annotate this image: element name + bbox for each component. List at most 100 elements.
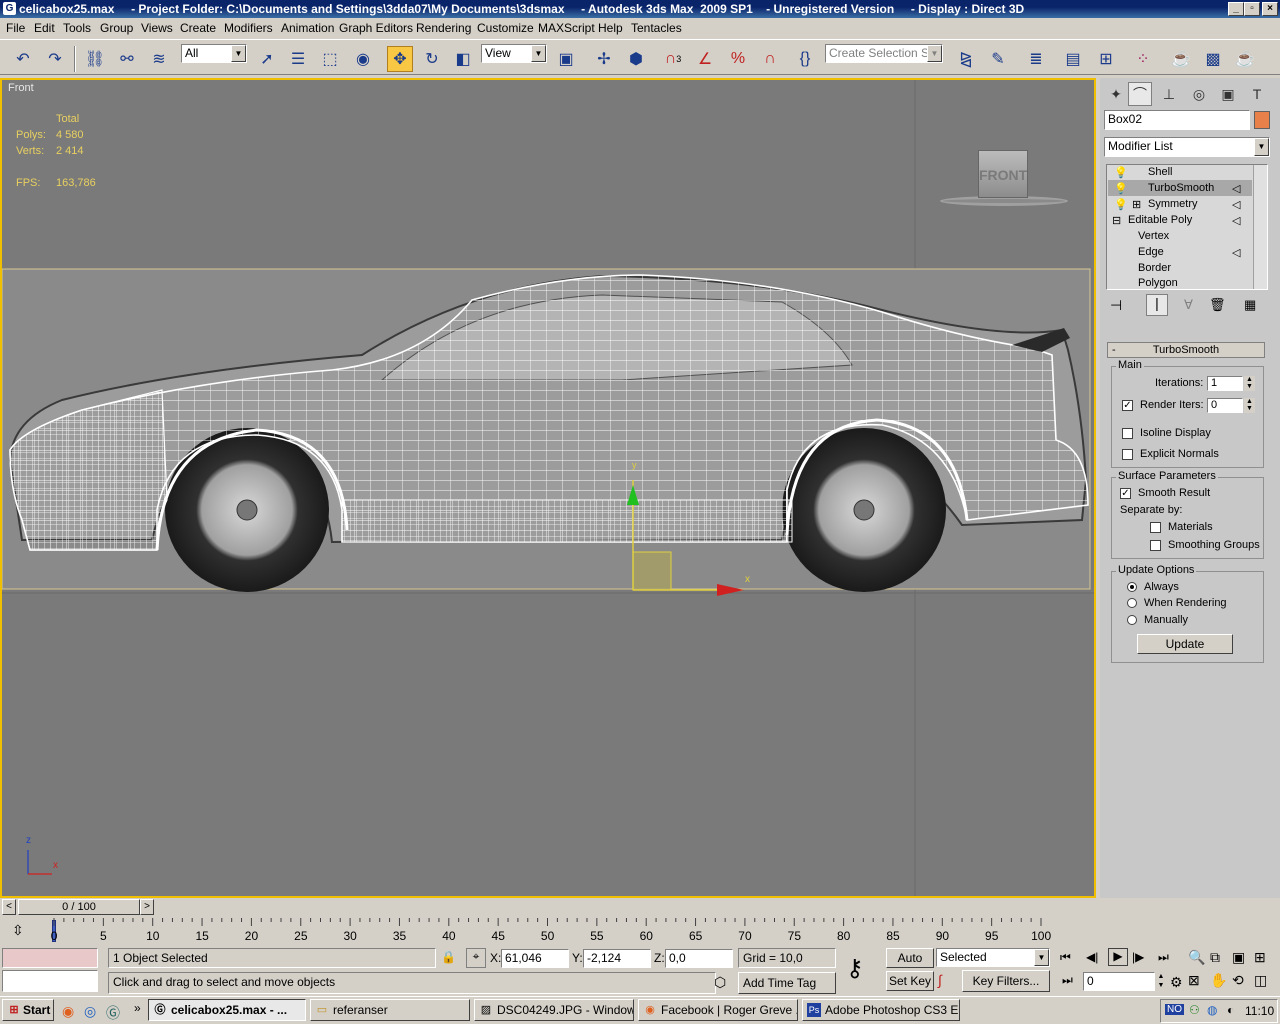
show-end-result-toggle-icon[interactable]: |: [1146, 294, 1168, 316]
next-frame-icon[interactable]: |▶: [1132, 950, 1144, 964]
clock[interactable]: 11:10: [1245, 1004, 1274, 1018]
material-editor-icon[interactable]: ⁘: [1130, 46, 1156, 72]
time-prev-button[interactable]: <: [2, 899, 16, 915]
rendered-frame-window-icon[interactable]: ▩: [1200, 46, 1226, 72]
bulb-icon[interactable]: 💡: [1114, 182, 1128, 195]
pin-stack-icon[interactable]: ⊣: [1110, 297, 1122, 314]
time-next-button[interactable]: >: [140, 899, 154, 915]
app-icon[interactable]: G: [3, 2, 16, 15]
key-mode-selection-dropdown[interactable]: Selected ▼: [936, 948, 1050, 967]
keyboard-shortcut-override-icon[interactable]: ⬢: [623, 46, 649, 72]
network-icon[interactable]: ⚇: [1189, 1003, 1200, 1017]
front-viewport[interactable]: Front Total Polys: 4 580 Verts: 2 414 FP…: [0, 78, 1096, 898]
maxscript-listener-mini[interactable]: [2, 948, 98, 968]
curve-editor-icon[interactable]: ▤: [1060, 46, 1086, 72]
pivot-center-icon[interactable]: ▣: [553, 46, 579, 72]
stack-item-symmetry[interactable]: Symmetry: [1148, 198, 1198, 210]
menu-rendering[interactable]: Rendering: [416, 21, 471, 35]
smooth-result-checkbox[interactable]: ✓: [1120, 488, 1131, 499]
menu-views[interactable]: Views: [141, 21, 173, 35]
3dsmax-quicklaunch-icon[interactable]: Ⓖ: [106, 1003, 120, 1023]
stack-item-turbosmooth[interactable]: TurboSmooth: [1148, 182, 1214, 194]
object-color-swatch[interactable]: [1254, 111, 1270, 129]
title-bar[interactable]: G celicabox25.max - Project Folder: C:\D…: [0, 0, 1280, 18]
render-iters-spinner[interactable]: 0: [1207, 398, 1243, 413]
menu-customize[interactable]: Customize: [477, 21, 534, 35]
manually-radio[interactable]: [1127, 615, 1137, 625]
taskbar-item-facebook[interactable]: ◉ Facebook | Roger Greve ...: [638, 999, 798, 1021]
materials-checkbox[interactable]: [1150, 522, 1161, 533]
menu-animation[interactable]: Animation: [281, 21, 334, 35]
edit-named-selections-icon[interactable]: {}: [792, 46, 818, 72]
align-icon[interactable]: ✎: [985, 46, 1011, 72]
y-coordinate-field[interactable]: -2,124: [583, 949, 651, 968]
stack-subitem-vertex[interactable]: Vertex: [1138, 230, 1169, 242]
absolute-relative-toggle-icon[interactable]: ⌖: [466, 948, 486, 968]
track-bar[interactable]: ⇳ 0 5 10 15 20 25 30 35 40 45 50 55 60 65 70 75 80 85 90 95…: [0, 918, 1096, 944]
stack-subitem-border[interactable]: Border: [1138, 262, 1171, 274]
select-by-name-icon[interactable]: ☰: [285, 46, 311, 72]
add-time-tag-button[interactable]: Add Time Tag: [738, 972, 836, 994]
render-iters-spinner-arrows[interactable]: ▲ ▼: [1244, 398, 1255, 413]
percent-snap-icon[interactable]: %: [725, 46, 751, 72]
zoom-extents-all-icon[interactable]: ⊞: [1254, 949, 1266, 966]
menu-graph-editors[interactable]: Graph Editors: [339, 21, 413, 35]
set-keys-key-icon[interactable]: ⚷: [846, 954, 864, 983]
menu-modifiers[interactable]: Modifiers: [224, 21, 273, 35]
current-frame-spinner[interactable]: ▲ ▼: [1156, 972, 1166, 991]
menu-help[interactable]: Help: [598, 21, 623, 35]
selection-filter-dropdown[interactable]: All ▼: [181, 44, 247, 63]
explicit-normals-checkbox[interactable]: [1122, 449, 1133, 460]
iterations-spinner[interactable]: 1: [1207, 376, 1243, 391]
menu-edit[interactable]: Edit: [34, 21, 55, 35]
show-desktop-icon[interactable]: ◎: [84, 1003, 96, 1020]
maxscript-input-mini[interactable]: [2, 970, 98, 992]
start-button[interactable]: ⊞ Start: [2, 999, 54, 1021]
render-setup-icon[interactable]: ☕: [1168, 46, 1194, 72]
orbit-icon[interactable]: ⟲: [1232, 972, 1244, 989]
smoothing-groups-checkbox[interactable]: [1150, 540, 1161, 551]
zoom-extents-icon[interactable]: ▣: [1232, 949, 1245, 966]
stack-item-editable-poly[interactable]: Editable Poly: [1128, 214, 1192, 226]
manipulate-icon[interactable]: ✢: [591, 46, 617, 72]
selection-lock-icon[interactable]: 🔒: [441, 950, 456, 964]
show-end-result-icon[interactable]: ◁: [1232, 214, 1240, 227]
select-and-link-icon[interactable]: ⛓: [82, 46, 108, 72]
quicklaunch-overflow-icon[interactable]: »: [134, 1001, 141, 1015]
schematic-view-icon[interactable]: ⊞: [1093, 46, 1119, 72]
reference-coordinate-dropdown[interactable]: View ▼: [481, 44, 547, 63]
key-mode-toggle-icon[interactable]: ⏭: [1062, 973, 1073, 988]
previous-frame-icon[interactable]: ◀|: [1086, 950, 1098, 964]
menu-tools[interactable]: Tools: [63, 21, 91, 35]
go-to-start-icon[interactable]: ⏮: [1060, 950, 1071, 965]
security-icon[interactable]: ◐: [1227, 1003, 1234, 1017]
z-coordinate-field[interactable]: 0,0: [665, 949, 733, 968]
bind-space-warp-icon[interactable]: ≋: [146, 46, 172, 72]
zoom-all-icon[interactable]: ⧉: [1210, 949, 1220, 966]
object-name-field[interactable]: Box02: [1104, 110, 1250, 130]
expand-icon[interactable]: ⊞: [1132, 198, 1141, 211]
iterations-spinner-arrows[interactable]: ▲ ▼: [1244, 376, 1255, 391]
redo-icon[interactable]: ↷: [42, 46, 68, 72]
maximize-viewport-icon[interactable]: ◫: [1254, 972, 1267, 989]
when-rendering-radio[interactable]: [1127, 598, 1137, 608]
collapse-icon[interactable]: ⊟: [1112, 214, 1121, 227]
play-icon[interactable]: ▶: [1108, 948, 1128, 966]
set-key-button[interactable]: Set Key: [886, 971, 934, 991]
time-configuration-icon[interactable]: ⚙: [1170, 974, 1183, 991]
update-button[interactable]: Update: [1137, 634, 1233, 654]
zoom-icon[interactable]: 🔍: [1188, 949, 1205, 966]
isoline-display-checkbox[interactable]: [1122, 428, 1133, 439]
close-button[interactable]: ×: [1262, 2, 1278, 16]
layer-manager-icon[interactable]: ≣: [1023, 46, 1049, 72]
menu-maxscript[interactable]: MAXScript: [538, 21, 595, 35]
field-of-view-icon[interactable]: ⊠: [1188, 972, 1200, 989]
time-slider-thumb[interactable]: 0 / 100: [18, 899, 140, 915]
minimize-button[interactable]: _: [1228, 2, 1244, 16]
select-and-rotate-icon[interactable]: ↻: [419, 46, 445, 72]
show-end-result-icon[interactable]: ◁: [1232, 182, 1240, 195]
turbosmooth-rollout-header[interactable]: - TurboSmooth: [1107, 342, 1265, 358]
select-and-scale-icon[interactable]: ◧: [450, 46, 476, 72]
menu-tentacles[interactable]: Tentacles: [631, 21, 682, 35]
menu-create[interactable]: Create: [180, 21, 216, 35]
